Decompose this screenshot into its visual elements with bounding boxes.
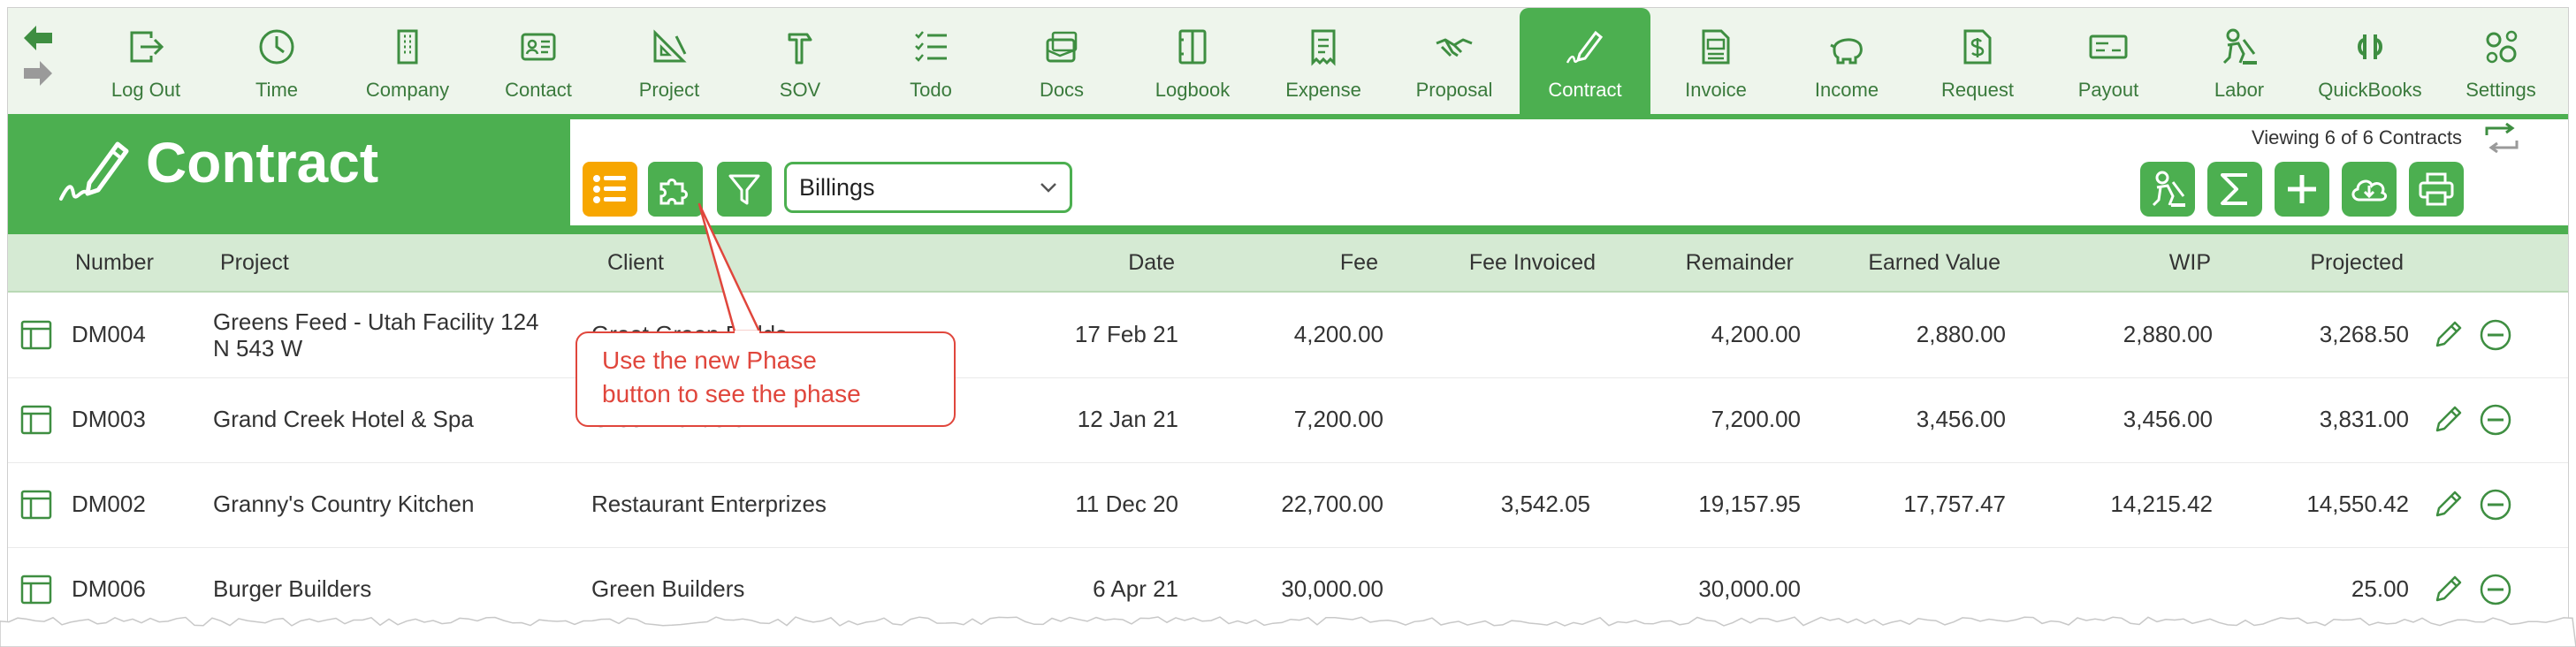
torn-edge [0,616,2576,647]
callout-pointer-cover [735,331,759,334]
app-window: Log Out Time Company Contact Project SOV Todo D… [7,7,2569,627]
